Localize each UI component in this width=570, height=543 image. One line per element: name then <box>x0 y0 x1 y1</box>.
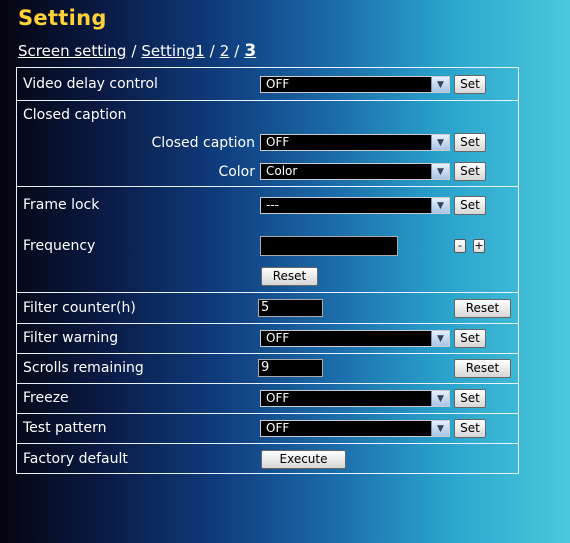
filter-warning-value: OFF <box>266 331 290 345</box>
breadcrumb-setting1[interactable]: Setting1 <box>141 42 204 60</box>
chevron-down-icon[interactable]: ▼ <box>431 77 449 92</box>
frame-lock-label: Frame lock <box>23 197 100 213</box>
closed-caption-select[interactable]: OFF ▼ <box>260 134 450 151</box>
breadcrumb: Screen setting / Setting1/2/3 <box>18 41 256 61</box>
filter-counter-value: 5 <box>258 299 323 317</box>
chevron-down-icon[interactable]: ▼ <box>431 135 449 150</box>
setting-page: Setting Screen setting / Setting1/2/3 Vide… <box>0 0 570 543</box>
filter-counter-label: Filter counter(h) <box>23 300 136 316</box>
filter-counter-reset-button[interactable]: Reset <box>454 299 511 318</box>
freeze-value: OFF <box>266 391 290 405</box>
page-title: Setting <box>18 6 107 30</box>
freeze-label: Freeze <box>23 390 69 406</box>
row-factory-default: Factory default Execute <box>16 443 519 474</box>
breadcrumb-separator: / <box>209 42 215 60</box>
closed-caption-label: Closed caption <box>151 135 255 151</box>
factory-default-execute-button[interactable]: Execute <box>261 450 346 469</box>
row-filter-warning: Filter warning OFF ▼ Set <box>16 323 519 353</box>
filter-warning-set-button[interactable]: Set <box>454 329 486 348</box>
video-delay-value: OFF <box>266 77 290 91</box>
frequency-field[interactable] <box>260 236 398 256</box>
video-delay-label: Video delay control <box>23 76 158 92</box>
video-delay-set-button[interactable]: Set <box>454 75 486 94</box>
frequency-increase-button[interactable]: + <box>473 239 485 253</box>
test-pattern-value: OFF <box>266 421 290 435</box>
freeze-select[interactable]: OFF ▼ <box>260 390 450 407</box>
chevron-down-icon[interactable]: ▼ <box>431 164 449 179</box>
closed-caption-group-label: Closed caption <box>23 107 127 123</box>
frame-lock-select[interactable]: --- ▼ <box>260 197 450 214</box>
scrolls-remaining-value: 9 <box>258 359 323 377</box>
frequency-decrease-button[interactable]: - <box>454 239 466 253</box>
row-filter-counter: Filter counter(h) 5 Reset <box>16 292 519 323</box>
chevron-down-icon[interactable]: ▼ <box>431 331 449 346</box>
caption-color-value: Color <box>266 164 298 178</box>
breadcrumb-separator: / <box>131 42 137 60</box>
row-video-delay-control: Video delay control OFF ▼ Set <box>16 67 519 100</box>
closed-caption-set-button[interactable]: Set <box>454 133 486 152</box>
settings-table: Video delay control OFF ▼ Set Closed cap… <box>16 67 519 474</box>
frequency-reset-button[interactable]: Reset <box>261 267 318 286</box>
row-frame-lock: Frame lock --- ▼ Set Frequency - + Reset <box>16 186 519 292</box>
scrolls-remaining-label: Scrolls remaining <box>23 360 144 376</box>
row-closed-caption: Closed caption Closed caption OFF ▼ Set … <box>16 100 519 186</box>
video-delay-select[interactable]: OFF ▼ <box>260 76 450 93</box>
factory-default-label: Factory default <box>23 451 128 467</box>
closed-caption-value: OFF <box>266 135 290 149</box>
test-pattern-set-button[interactable]: Set <box>454 419 486 438</box>
row-scrolls-remaining: Scrolls remaining 9 Reset <box>16 353 519 383</box>
row-freeze: Freeze OFF ▼ Set <box>16 383 519 413</box>
chevron-down-icon[interactable]: ▼ <box>431 421 449 436</box>
frequency-label: Frequency <box>23 238 96 254</box>
breadcrumb-current-page: 3 <box>244 41 257 61</box>
breadcrumb-screen-setting[interactable]: Screen setting <box>18 42 126 60</box>
row-test-pattern: Test pattern OFF ▼ Set <box>16 413 519 443</box>
scrolls-remaining-reset-button[interactable]: Reset <box>454 359 511 378</box>
chevron-down-icon[interactable]: ▼ <box>431 198 449 213</box>
filter-warning-label: Filter warning <box>23 330 119 346</box>
frame-lock-set-button[interactable]: Set <box>454 196 486 215</box>
chevron-down-icon[interactable]: ▼ <box>431 391 449 406</box>
caption-color-label: Color <box>218 164 255 180</box>
freeze-set-button[interactable]: Set <box>454 389 486 408</box>
caption-color-select[interactable]: Color ▼ <box>260 163 450 180</box>
breadcrumb-separator: / <box>234 42 240 60</box>
frame-lock-value: --- <box>266 198 279 212</box>
test-pattern-label: Test pattern <box>23 420 107 436</box>
filter-warning-select[interactable]: OFF ▼ <box>260 330 450 347</box>
test-pattern-select[interactable]: OFF ▼ <box>260 420 450 437</box>
caption-color-set-button[interactable]: Set <box>454 162 486 181</box>
breadcrumb-setting2[interactable]: 2 <box>220 42 230 60</box>
